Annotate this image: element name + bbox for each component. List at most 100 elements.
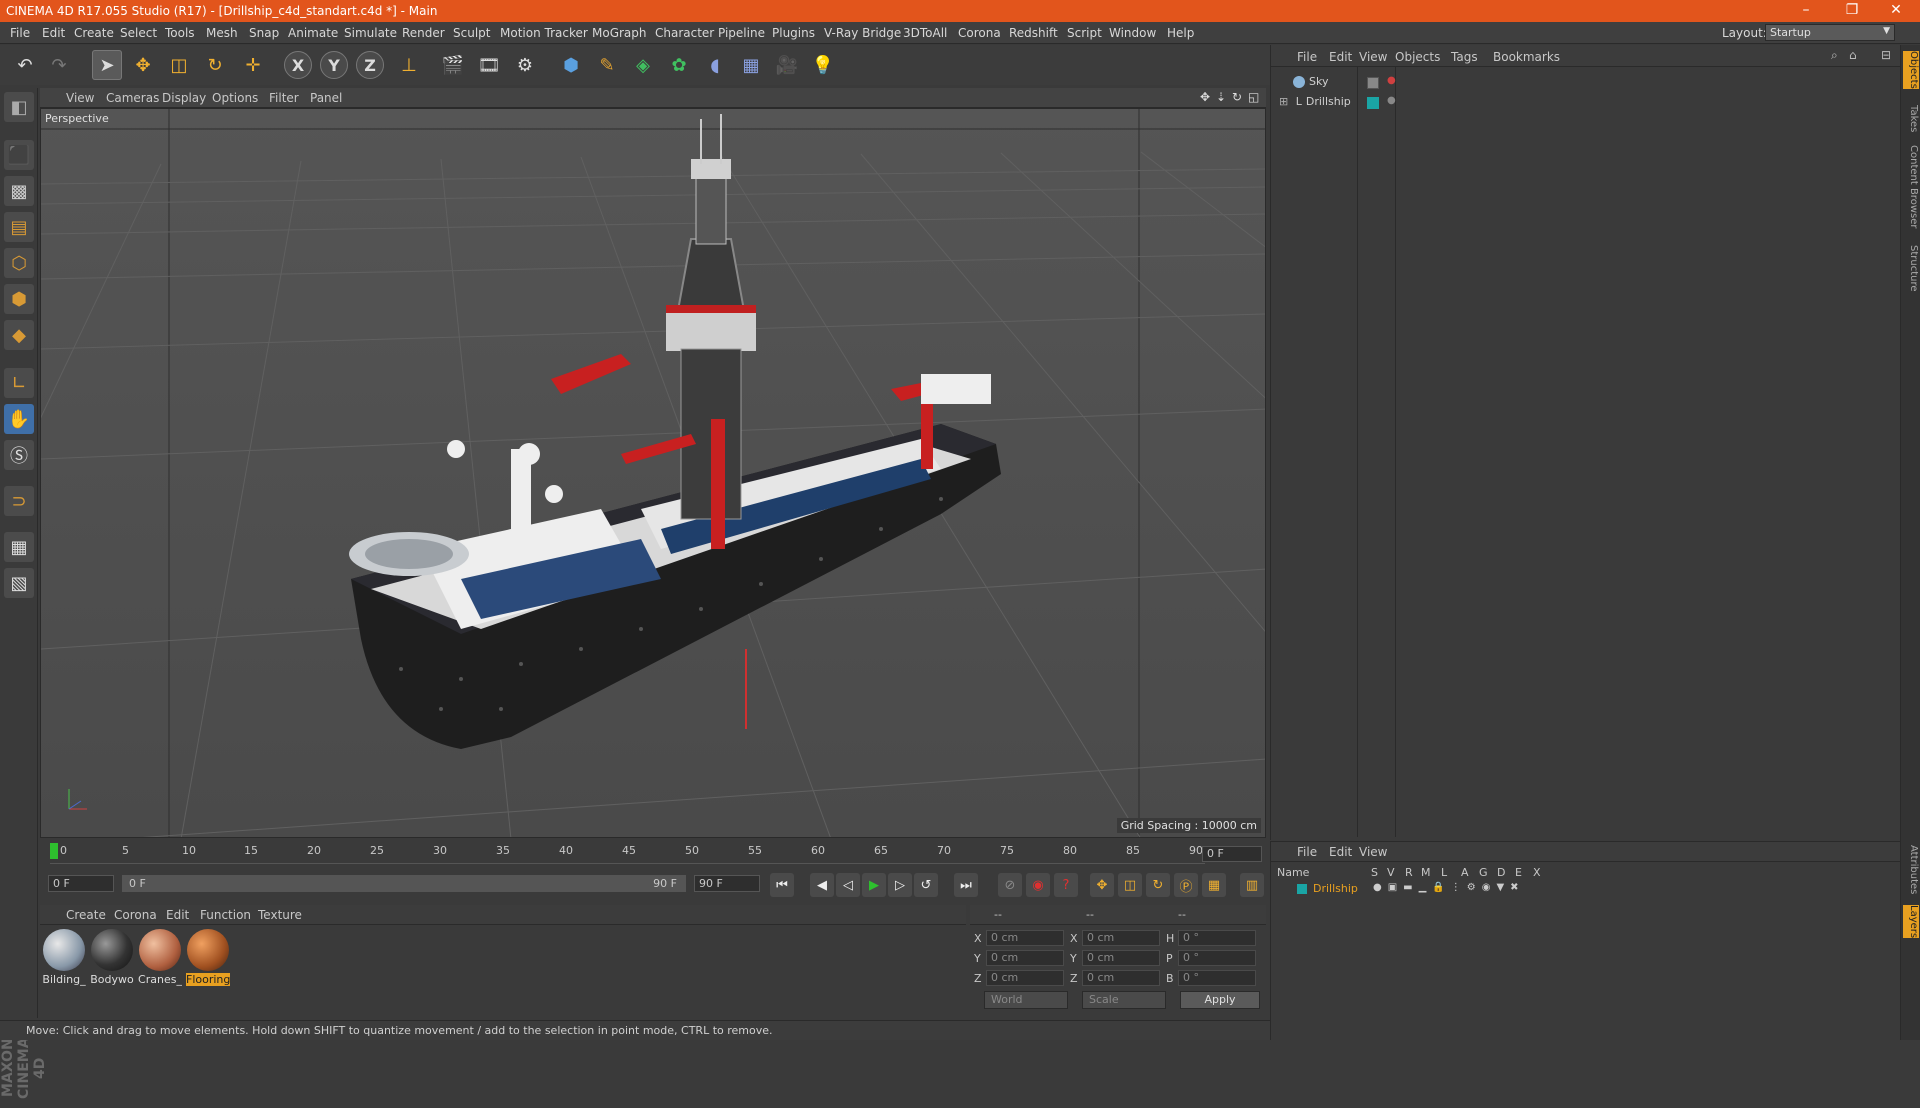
menu-simulate[interactable]: Simulate <box>344 26 397 40</box>
render-picture-viewer-icon[interactable]: 🎞 <box>474 50 504 80</box>
menu-tools[interactable]: Tools <box>165 26 195 40</box>
menu-animate[interactable]: Animate <box>288 26 338 40</box>
layers-menu-view[interactable]: View <box>1359 845 1387 859</box>
position-x-field[interactable]: 0 cm <box>986 930 1064 946</box>
layer-color-swatch[interactable] <box>1367 97 1379 109</box>
viewport[interactable]: Perspective Grid Spacing : 10000 cm <box>40 108 1266 838</box>
transform-icon[interactable]: ✛ <box>238 50 268 80</box>
coordinate-space-dropdown[interactable]: World <box>984 991 1068 1009</box>
menu-help[interactable]: Help <box>1167 26 1194 40</box>
key-position-icon[interactable]: ✥ <box>1090 873 1114 897</box>
coordinate-system-icon[interactable]: ⊥ <box>394 50 424 80</box>
visibility-dots-icon[interactable]: ● <box>1387 95 1396 106</box>
menu-file[interactable]: File <box>10 26 30 40</box>
size-x-field[interactable]: 0 cm <box>1082 930 1160 946</box>
move-icon[interactable]: ✥ <box>128 50 158 80</box>
polygons-mode-icon[interactable]: ◆ <box>4 320 34 350</box>
menu-motion-tracker[interactable]: Motion Tracker <box>500 26 588 40</box>
key-scale-icon[interactable]: ◫ <box>1118 873 1142 897</box>
menu-window[interactable]: Window <box>1109 26 1156 40</box>
frame-range-slider[interactable]: 0 F 90 F <box>122 875 686 892</box>
collapse-icon[interactable]: ⊟ <box>1881 48 1891 62</box>
viewport-menu-display[interactable]: Display <box>162 91 206 105</box>
object-row-drillship[interactable]: ⊞ Ⅼ Drillship ● <box>1279 95 1396 113</box>
key-pla-icon[interactable]: ▦ <box>1202 873 1226 897</box>
expand-icon[interactable]: ⊞ <box>1279 95 1288 108</box>
record-keys-icon[interactable]: ⊘ <box>998 873 1022 897</box>
model-mode-icon[interactable]: ⬛ <box>4 140 34 170</box>
viewport-move-icon[interactable]: ✥ <box>1200 90 1210 104</box>
minimize-button[interactable]: – <box>1786 2 1826 18</box>
key-help-icon[interactable]: ? <box>1054 873 1078 897</box>
position-y-field[interactable]: 0 cm <box>986 950 1064 966</box>
rotation-b-field[interactable]: 0 ° <box>1178 970 1256 986</box>
playhead[interactable] <box>50 843 58 859</box>
menu-create[interactable]: Create <box>74 26 114 40</box>
tab-attributes[interactable]: Attributes <box>1903 845 1919 894</box>
texture-mode-icon[interactable]: ▩ <box>4 176 34 206</box>
material-swatch[interactable]: Bodywo <box>90 929 134 989</box>
render-settings-icon[interactable]: ⚙ <box>510 50 540 80</box>
menu-select[interactable]: Select <box>120 26 157 40</box>
restore-button[interactable]: ❐ <box>1832 2 1872 18</box>
snap-icon[interactable]: Ⓢ <box>4 440 34 470</box>
magnet-icon[interactable]: ⊃ <box>4 486 34 516</box>
viewport-zoom-icon[interactable]: ⇣ <box>1216 90 1226 104</box>
next-frame-icon[interactable]: ▷ <box>888 873 912 897</box>
render-view-icon[interactable]: 🎬 <box>438 50 468 80</box>
layer-row-drillship[interactable]: Drillship ●▣▬▁🔒⋮⚙◉▼✖ <box>1277 882 1577 898</box>
objects-menu-edit[interactable]: Edit <box>1329 50 1352 64</box>
size-y-field[interactable]: 0 cm <box>1082 950 1160 966</box>
objects-menu-file[interactable]: File <box>1297 50 1317 64</box>
search-icon[interactable]: ⌕ <box>1831 48 1838 63</box>
size-mode-dropdown[interactable]: Scale <box>1082 991 1166 1009</box>
material-menu-edit[interactable]: Edit <box>166 908 189 922</box>
viewport-menu-panel[interactable]: Panel <box>310 91 342 105</box>
rotation-h-field[interactable]: 0 ° <box>1178 930 1256 946</box>
subdivision-icon[interactable]: ◈ <box>628 50 658 80</box>
rotation-p-field[interactable]: 0 ° <box>1178 950 1256 966</box>
play-icon[interactable]: ▶ <box>862 873 886 897</box>
material-menu-corona[interactable]: Corona <box>114 908 157 922</box>
objects-menu-bookmarks[interactable]: Bookmarks <box>1493 50 1560 64</box>
grid-lock-icon[interactable]: ▦ <box>4 532 34 562</box>
edges-mode-icon[interactable]: ⬢ <box>4 284 34 314</box>
home-icon[interactable]: ⌂ <box>1849 48 1857 62</box>
position-z-field[interactable]: 0 cm <box>986 970 1064 986</box>
mograph-cloner-icon[interactable]: ✿ <box>664 50 694 80</box>
redo-icon[interactable]: ↷ <box>44 50 74 80</box>
viewport-menu-view[interactable]: View <box>66 91 94 105</box>
light-icon[interactable]: 💡 <box>808 50 838 80</box>
floor-icon[interactable]: ▦ <box>736 50 766 80</box>
layer-name[interactable]: Drillship <box>1313 882 1358 895</box>
undo-icon[interactable]: ↶ <box>10 50 40 80</box>
make-editable-icon[interactable]: ◧ <box>4 92 34 122</box>
viewport-maximize-icon[interactable]: ◱ <box>1248 90 1259 104</box>
go-to-end-icon[interactable]: ⏭ <box>954 873 978 897</box>
menu-corona[interactable]: Corona <box>958 26 1001 40</box>
viewport-camera-label[interactable]: Perspective <box>45 112 109 125</box>
menu-sculpt[interactable]: Sculpt <box>453 26 490 40</box>
tab-objects[interactable]: Objects <box>1903 51 1919 89</box>
menu-mograph[interactable]: MoGraph <box>592 26 647 40</box>
camera-icon[interactable]: 🎥 <box>772 50 802 80</box>
key-rotation-icon[interactable]: ↻ <box>1146 873 1170 897</box>
visibility-dots-icon[interactable]: ● <box>1387 75 1396 86</box>
tab-structure[interactable]: Structure <box>1903 245 1919 292</box>
tweak-mode-icon[interactable]: ✋ <box>4 404 34 434</box>
timeline-ruler[interactable]: 0 5 10 15 20 25 30 35 40 45 50 55 60 65 … <box>50 840 1205 864</box>
tab-takes[interactable]: Takes <box>1903 105 1919 132</box>
layer-color-swatch[interactable] <box>1297 884 1307 894</box>
workplane-icon[interactable]: ▤ <box>4 212 34 242</box>
menu-redshift[interactable]: Redshift <box>1009 26 1058 40</box>
object-row-sky[interactable]: Sky ● <box>1279 75 1396 93</box>
previous-frame-icon[interactable]: ◁ <box>836 873 860 897</box>
layers-menu-file[interactable]: File <box>1297 845 1317 859</box>
texture-tag-icon[interactable] <box>1367 77 1379 89</box>
x-axis-button[interactable]: X <box>284 51 312 79</box>
select-arrow-icon[interactable]: ➤ <box>92 50 122 80</box>
timeline-editor-icon[interactable]: ▥ <box>1240 873 1264 897</box>
layout-dropdown[interactable]: Startup ▼ <box>1765 24 1895 41</box>
menu-script[interactable]: Script <box>1067 26 1102 40</box>
viewport-menu-options[interactable]: Options <box>212 91 258 105</box>
